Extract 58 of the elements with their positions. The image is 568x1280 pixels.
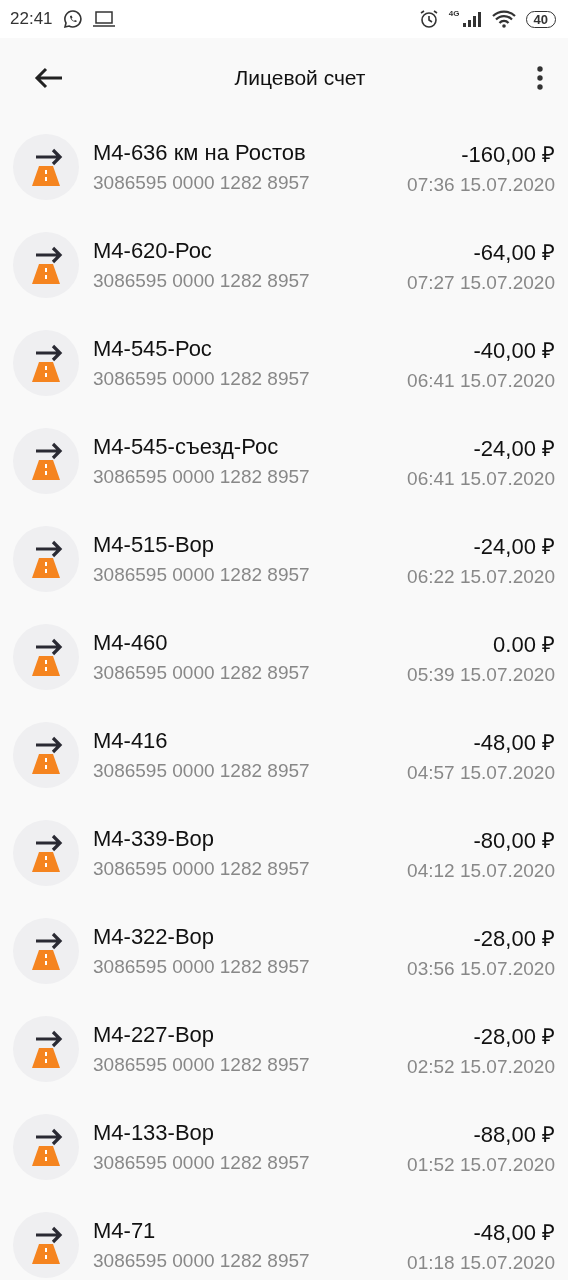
road-section: М4-227-Вор [93, 1022, 394, 1048]
network-type: 4G [448, 9, 460, 18]
card-number: 3086595 0000 1282 8957 [93, 1250, 311, 1272]
amount: -40,00 ₽ [473, 337, 555, 364]
amount: 0.00 ₽ [493, 631, 555, 658]
road-section: М4-620-Рос [93, 238, 394, 264]
road-section: М4-416 [93, 728, 394, 754]
date-time: 04:57 15.07.2020 [407, 762, 555, 784]
date-time: 04:12 15.07.2020 [407, 860, 555, 882]
road-section: М4-460 [93, 630, 394, 656]
date-time: 06:41 15.07.2020 [407, 468, 555, 490]
date-time: 05:39 15.07.2020 [407, 664, 555, 686]
card-number: 3086595 0000 1282 8957 [93, 1054, 311, 1076]
card-number: 3086595 0000 1282 8957 [93, 858, 311, 880]
card-number: 3086595 0000 1282 8957 [93, 956, 311, 978]
road-section: М4-545-съезд-Рос [93, 434, 394, 460]
signal-icon [461, 11, 482, 27]
date-time: 01:52 15.07.2020 [407, 1154, 555, 1176]
more-icon [536, 66, 544, 90]
amount: -88,00 ₽ [473, 1121, 555, 1148]
road-section: М4-133-Вор [93, 1120, 394, 1146]
road-section: М4-339-Вор [93, 826, 394, 852]
card-number: 3086595 0000 1282 8957 [93, 662, 311, 684]
date-time: 03:56 15.07.2020 [407, 958, 555, 980]
amount: -24,00 ₽ [473, 533, 555, 560]
amount: -160,00 ₽ [461, 141, 555, 168]
road-section: М4-515-Вор [93, 532, 394, 558]
date-time: 07:36 15.07.2020 [407, 174, 555, 196]
road-section: М4-322-Вор [93, 924, 394, 950]
amount: -28,00 ₽ [473, 1023, 555, 1050]
date-time: 02:52 15.07.2020 [407, 1056, 555, 1078]
card-number: 3086595 0000 1282 8957 [93, 466, 311, 488]
road-section: М4-71 [93, 1218, 394, 1244]
amount: -24,00 ₽ [473, 435, 555, 462]
road-section: М4-545-Рос [93, 336, 394, 362]
alarm-icon [418, 9, 439, 29]
date-time: 06:41 15.07.2020 [407, 370, 555, 392]
amount: -80,00 ₽ [473, 827, 555, 854]
date-time: 06:22 15.07.2020 [407, 566, 555, 588]
date-time: 01:18 15.07.2020 [407, 1252, 555, 1274]
card-number: 3086595 0000 1282 8957 [93, 368, 311, 390]
chat-icon [62, 9, 83, 29]
back-arrow-icon [34, 67, 64, 89]
amount: -28,00 ₽ [473, 925, 555, 952]
clock: 22:41 [10, 9, 53, 29]
card-number: 3086595 0000 1282 8957 [93, 270, 311, 292]
screen-title: Лицевой счет [233, 66, 367, 90]
amount: -64,00 ₽ [473, 239, 555, 266]
laptop-icon [92, 11, 115, 27]
card-number: 3086595 0000 1282 8957 [93, 564, 311, 586]
wifi-icon [491, 10, 516, 28]
amount: -48,00 ₽ [473, 729, 555, 756]
road-section: М4-636 км на Ростов [93, 140, 394, 166]
card-number: 3086595 0000 1282 8957 [93, 1152, 311, 1174]
card-number: 3086595 0000 1282 8957 [93, 172, 311, 194]
date-time: 07:27 15.07.2020 [407, 272, 555, 294]
amount: -48,00 ₽ [473, 1219, 555, 1246]
card-number: 3086595 0000 1282 8957 [93, 760, 311, 782]
